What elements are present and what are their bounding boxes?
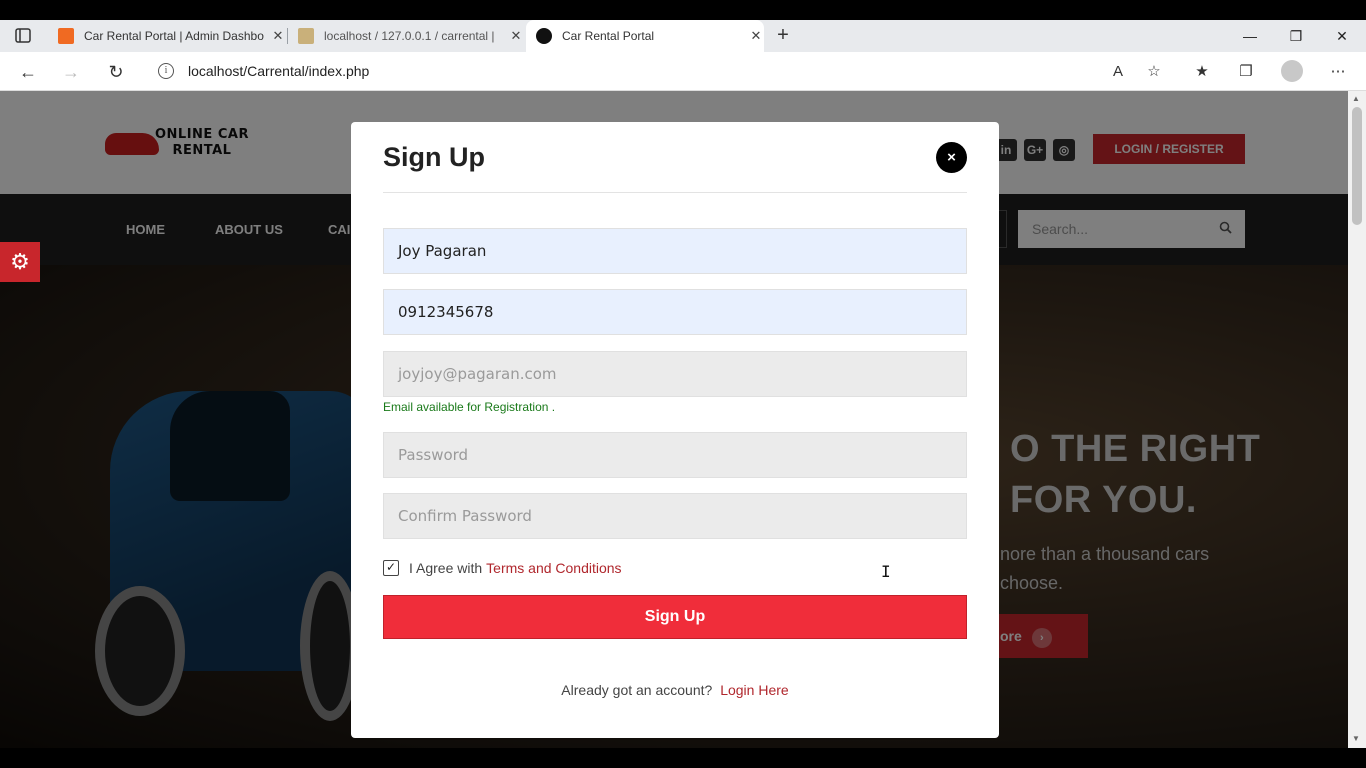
close-tab-icon[interactable]: ✕ (270, 28, 286, 44)
restore-button[interactable]: ❐ (1273, 22, 1319, 50)
favorites-icon[interactable]: ★ (1191, 61, 1213, 83)
confirm-password-field[interactable]: Confirm Password (383, 493, 967, 539)
password-field[interactable]: Password (383, 432, 967, 478)
site-info-icon[interactable]: i (158, 63, 174, 79)
full-name-field[interactable]: Joy Pagaran (383, 228, 967, 274)
phpmyadmin-favicon-icon (298, 28, 314, 44)
close-tab-icon[interactable]: ✕ (748, 28, 764, 44)
signup-modal: Sign Up × Joy Pagaran 0912345678 joyjoy@… (351, 122, 999, 738)
tab-actions-icon[interactable] (12, 26, 36, 46)
add-favorite-icon[interactable]: ☆ (1143, 61, 1165, 83)
login-here-link[interactable]: Login Here (720, 682, 789, 698)
tab-car-rental-portal[interactable]: Car Rental Portal ✕ (526, 20, 764, 52)
close-tab-icon[interactable]: ✕ (508, 28, 524, 44)
agree-checkbox[interactable]: ✓ (383, 560, 399, 576)
scrollbar-thumb[interactable] (1352, 107, 1362, 225)
scroll-up-icon[interactable]: ▲ (1352, 94, 1360, 103)
minimize-button[interactable]: — (1227, 22, 1273, 50)
profile-avatar[interactable] (1281, 60, 1303, 82)
new-tab-button[interactable]: + (772, 24, 794, 48)
email-field[interactable]: joyjoy@pagaran.com (383, 351, 967, 397)
terms-agreement: ✓ I Agree with Terms and Conditions (383, 560, 622, 576)
tab-phpmyadmin[interactable]: localhost / 127.0.0.1 / carrental | ✕ (288, 20, 524, 52)
close-icon[interactable]: × (936, 142, 967, 173)
email-availability-status: Email available for Registration . (383, 400, 556, 414)
url-text[interactable]: localhost/Carrental/index.php (188, 63, 369, 79)
agree-label: I Agree with (409, 560, 483, 576)
xampp-favicon-icon (58, 28, 74, 44)
address-bar[interactable]: i localhost/Carrental/index.php (146, 56, 1176, 86)
collections-icon[interactable]: ❐ (1235, 61, 1257, 83)
back-arrow-icon[interactable]: ← (15, 59, 41, 85)
modal-title: Sign Up (383, 142, 485, 172)
refresh-icon[interactable]: ↻ (103, 59, 129, 85)
forward-arrow-icon[interactable]: → (58, 59, 84, 85)
login-prompt: Already got an account? Login Here (561, 682, 789, 698)
top-strip (0, 0, 1366, 20)
read-aloud-icon[interactable]: A (1107, 61, 1129, 83)
address-bar-row: ← → ↻ i localhost/Carrental/index.php A … (0, 52, 1366, 91)
page-scrollbar[interactable]: ▲ ▼ (1348, 91, 1366, 748)
gear-icon[interactable]: ⚙ (0, 242, 40, 282)
close-window-button[interactable]: ✕ (1319, 22, 1365, 50)
tab-admin-dashboard[interactable]: Car Rental Portal | Admin Dashbo ✕ (48, 20, 286, 52)
more-menu-icon[interactable]: ⋯ (1327, 61, 1349, 83)
scroll-down-icon[interactable]: ▼ (1352, 734, 1360, 743)
site-favicon-icon (536, 28, 552, 44)
modal-divider (383, 192, 967, 193)
signup-button[interactable]: Sign Up (383, 595, 967, 639)
text-cursor-icon: I (881, 562, 891, 581)
terms-link[interactable]: Terms and Conditions (486, 560, 621, 576)
mobile-number-field[interactable]: 0912345678 (383, 289, 967, 335)
